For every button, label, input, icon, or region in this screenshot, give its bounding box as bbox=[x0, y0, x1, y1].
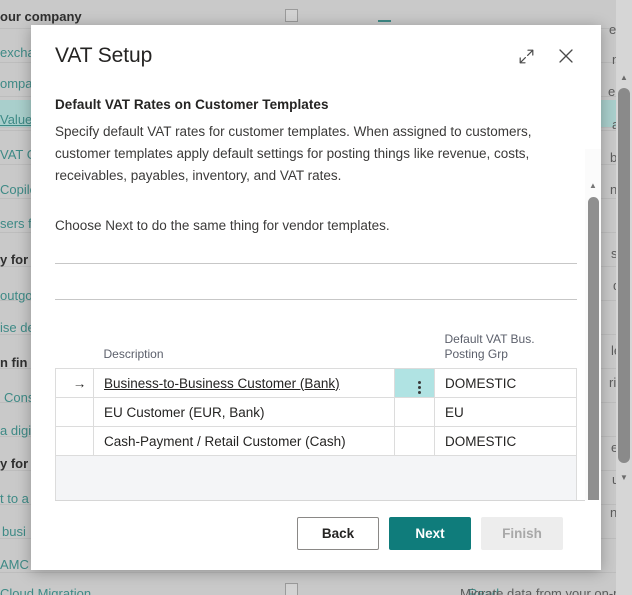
background-text: sers f bbox=[0, 216, 32, 231]
table-row[interactable]: EU Customer (EUR, Bank) EU bbox=[55, 397, 577, 427]
grid-empty-area bbox=[55, 456, 577, 500]
dialog-body: Default VAT Rates on Customer Templates … bbox=[31, 87, 601, 500]
dialog-footer: Back Next Finish bbox=[55, 500, 585, 570]
dialog-titlebar: VAT Setup bbox=[31, 25, 601, 87]
background-checkbox bbox=[285, 9, 298, 22]
background-text: ise de bbox=[0, 320, 35, 335]
kebab-menu-icon[interactable] bbox=[418, 381, 421, 394]
column-header-vat-group[interactable]: Default VAT Bus. Posting Grp bbox=[435, 320, 577, 369]
row-indicator-arrow-icon: → bbox=[55, 368, 94, 398]
cell-row-menu[interactable] bbox=[394, 397, 435, 427]
background-text: Cons bbox=[4, 390, 35, 405]
vat-setup-dialog: VAT Setup Default VAT Rates on Customer … bbox=[31, 25, 601, 570]
page-scroll-down-arrow-icon[interactable]: ▼ bbox=[616, 470, 632, 486]
background-text: AMC bbox=[0, 557, 29, 572]
page-title: VAT Setup bbox=[55, 44, 153, 67]
vat-rates-table: Description Default VAT Bus. Posting Grp… bbox=[55, 320, 577, 456]
dialog-titlebar-actions bbox=[513, 43, 579, 69]
background-checkbox bbox=[285, 583, 298, 595]
background-text: ompa bbox=[0, 76, 33, 91]
background-text: t to a bbox=[0, 491, 29, 506]
dialog-scrollbar-thumb[interactable] bbox=[588, 197, 599, 500]
table-header-row: Description Default VAT Bus. Posting Grp bbox=[56, 320, 577, 369]
cell-vat-group[interactable]: EU bbox=[434, 397, 577, 427]
background-row-line bbox=[0, 572, 632, 573]
page-scrollbar-thumb[interactable] bbox=[618, 88, 630, 463]
row-indicator-cell bbox=[55, 426, 94, 456]
description-link[interactable]: Business-to-Business Customer (Bank) bbox=[104, 376, 340, 391]
background-text: Cloud Migration bbox=[0, 586, 92, 595]
dialog-scrollbar[interactable]: ▲ ▼ bbox=[585, 149, 601, 500]
dialog-scroll-up-arrow-icon[interactable]: ▲ bbox=[585, 179, 601, 193]
table-body: → Business-to-Business Customer (Bank) DOM… bbox=[55, 368, 577, 456]
cell-vat-group[interactable]: DOMESTIC bbox=[434, 368, 577, 398]
background-text: n fin bbox=[0, 355, 28, 370]
background-text: a digit bbox=[0, 423, 35, 438]
description-paragraph-1: Specify default VAT rates for customer t… bbox=[55, 124, 532, 183]
background-dash bbox=[378, 20, 391, 22]
section-heading: Default VAT Rates on Customer Templates bbox=[55, 97, 329, 112]
description-paragraph-2: Choose Next to do the same thing for ven… bbox=[55, 218, 390, 233]
column-header-indicator bbox=[56, 320, 94, 369]
background-text: Migrate data from your on-p bbox=[460, 586, 621, 595]
background-text: our company bbox=[0, 9, 82, 24]
background-text: y for bbox=[0, 456, 29, 471]
divider-bottom bbox=[55, 299, 577, 300]
page-scrollbar[interactable]: ▲ ▼ bbox=[616, 0, 632, 595]
background-text: outgo bbox=[0, 288, 33, 303]
finish-button: Finish bbox=[481, 517, 563, 550]
cell-description[interactable]: Business-to-Business Customer (Bank) bbox=[93, 368, 395, 398]
cell-row-menu[interactable] bbox=[394, 368, 435, 398]
column-header-menu bbox=[395, 320, 435, 369]
background-text: y for bbox=[0, 252, 29, 267]
background-text: busi bbox=[2, 524, 26, 539]
row-indicator-cell bbox=[55, 397, 94, 427]
cell-description[interactable]: EU Customer (EUR, Bank) bbox=[93, 397, 395, 427]
column-header-description[interactable]: Description bbox=[94, 320, 395, 369]
next-button[interactable]: Next bbox=[389, 517, 471, 550]
cell-vat-group[interactable]: DOMESTIC bbox=[434, 426, 577, 456]
back-button[interactable]: Back bbox=[297, 517, 379, 550]
divider-top bbox=[55, 263, 577, 264]
table-row[interactable]: → Business-to-Business Customer (Bank) DOM… bbox=[55, 368, 577, 398]
table-row[interactable]: Cash-Payment / Retail Customer (Cash) DOM… bbox=[55, 426, 577, 456]
close-icon[interactable] bbox=[553, 43, 579, 69]
cell-description[interactable]: Cash-Payment / Retail Customer (Cash) bbox=[93, 426, 395, 456]
expand-icon[interactable] bbox=[513, 43, 539, 69]
cell-row-menu[interactable] bbox=[394, 426, 435, 456]
customer-templates-grid: Description Default VAT Bus. Posting Grp… bbox=[55, 320, 577, 500]
page-scroll-up-arrow-icon[interactable]: ▲ bbox=[616, 70, 632, 86]
background-text: Value bbox=[0, 112, 33, 127]
